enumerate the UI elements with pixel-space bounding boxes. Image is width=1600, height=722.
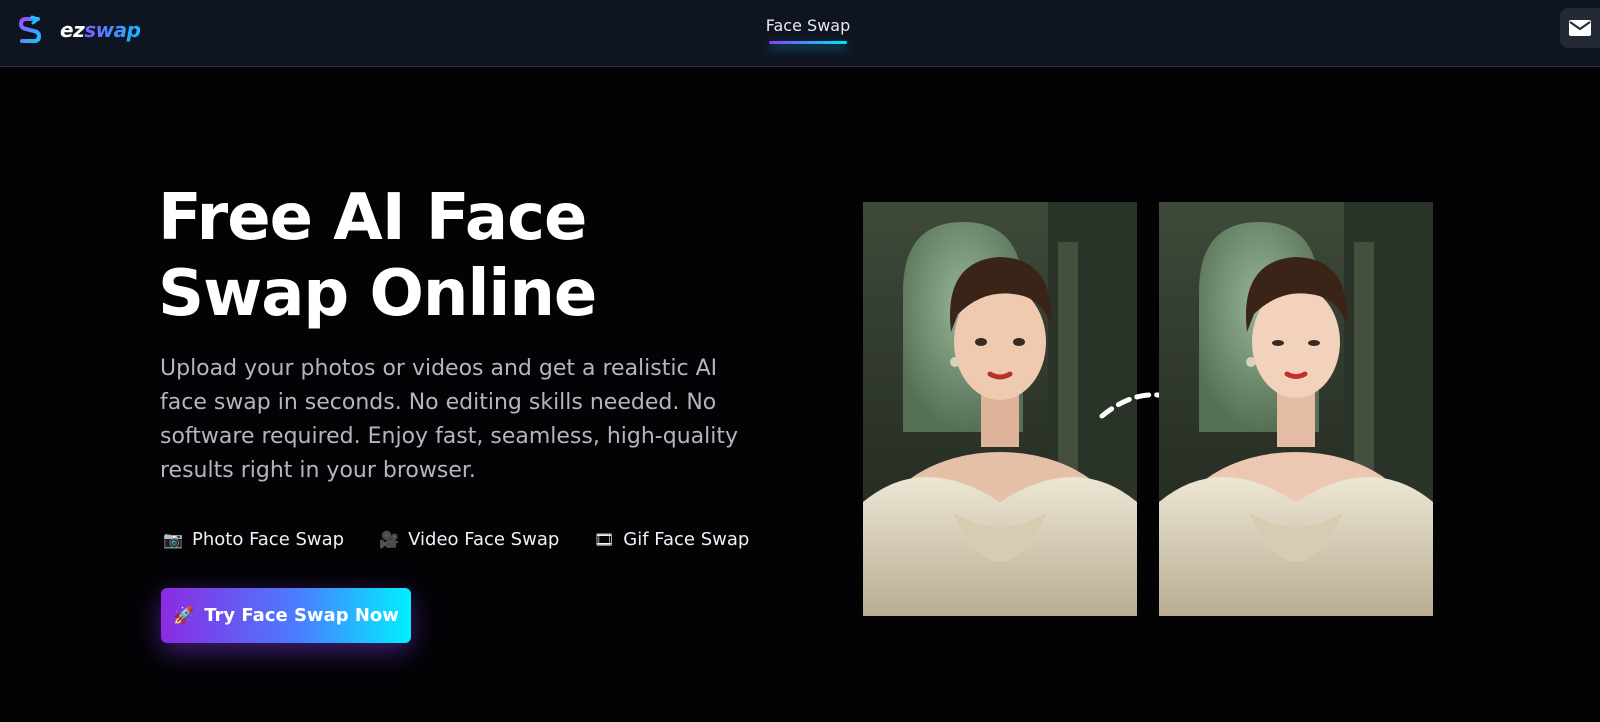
feature-label: Gif Face Swap: [623, 528, 750, 550]
swapped-portrait-image: [1159, 202, 1433, 616]
original-portrait-image: [863, 202, 1137, 616]
hero-title-line1: Free AI Face: [158, 181, 587, 255]
ezswap-logo-icon: [18, 15, 42, 43]
feature-video-face-swap[interactable]: 🎥 Video Face Swap: [378, 529, 559, 550]
feature-gif-face-swap[interactable]: 🎞 Gif Face Swap: [593, 529, 749, 550]
mail-button[interactable]: [1560, 8, 1600, 48]
logo-text-swap: swap: [84, 18, 141, 42]
top-header: ezswap Face Swap: [0, 0, 1600, 67]
original-portrait-illustration: [863, 202, 1137, 616]
logo-text-ez: ez: [60, 18, 85, 42]
hero-description: Upload your photos or videos and get a r…: [160, 356, 738, 483]
feature-label: Photo Face Swap: [192, 528, 345, 550]
hero-title-line2: Swap Online: [158, 257, 597, 331]
film-frames-icon: 🎞: [594, 529, 615, 549]
video-camera-icon: 🎥: [379, 529, 400, 549]
ezswap-logo[interactable]: ezswap: [18, 14, 141, 46]
hero-title: Free AI Face Swap Online: [158, 180, 798, 332]
try-face-swap-button[interactable]: 🚀 Try Face Swap Now: [161, 588, 411, 643]
active-tab-indicator: [769, 41, 847, 44]
nav-tab-label: Face Swap: [765, 16, 851, 35]
camera-icon: 📷: [163, 529, 183, 549]
nav-tab-face-swap[interactable]: Face Swap: [760, 16, 856, 52]
rocket-icon: 🚀: [173, 605, 195, 626]
swapped-portrait-illustration: [1159, 202, 1433, 616]
mail-icon: [1569, 20, 1591, 36]
logo-wordmark: ezswap: [60, 18, 141, 42]
feature-photo-face-swap[interactable]: 📷 Photo Face Swap: [162, 529, 344, 550]
feature-label: Video Face Swap: [408, 528, 560, 550]
cta-label: Try Face Swap Now: [204, 605, 399, 626]
feature-links: 📷 Photo Face Swap 🎥 Video Face Swap 🎞 Gi…: [162, 526, 783, 552]
